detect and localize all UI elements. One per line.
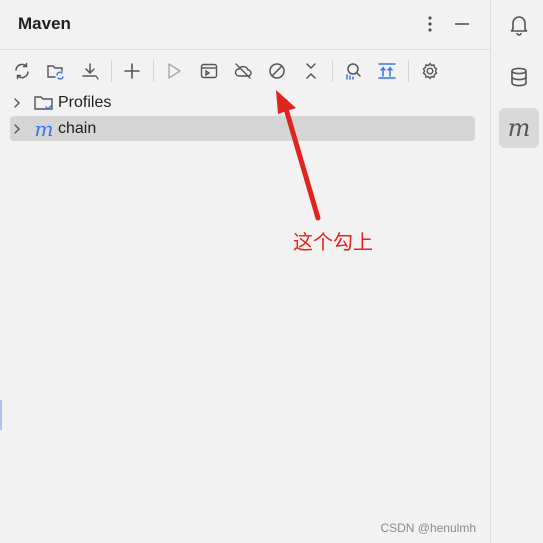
toolbar-separator [111, 60, 112, 82]
tree-item-profiles[interactable]: Profiles [10, 90, 475, 115]
dependencies-icon[interactable] [374, 58, 400, 84]
run-icon[interactable] [161, 58, 187, 84]
toolbar-separator [153, 60, 154, 82]
chevron-right-icon[interactable] [10, 96, 24, 110]
download-icon[interactable] [77, 58, 103, 84]
bell-icon[interactable] [499, 5, 539, 45]
folder-check-icon [32, 93, 56, 113]
tool-window-header: Maven [0, 0, 490, 50]
analyze-icon[interactable] [340, 58, 366, 84]
terminal-icon[interactable] [196, 58, 222, 84]
tree-item-label: Profiles [58, 93, 112, 111]
vertical-dots-icon[interactable] [417, 10, 443, 38]
watermark: CSDN @henulmh [380, 521, 476, 535]
toolbar-separator [408, 60, 409, 82]
scroll-indicator [0, 400, 2, 430]
gear-icon[interactable] [417, 58, 443, 84]
maven-m-icon: m [32, 119, 56, 139]
annotation-text: 这个勾上 [293, 230, 373, 254]
maven-m-icon: m [507, 114, 531, 142]
maven-toolbar [0, 56, 490, 86]
maven-sidebar-button[interactable]: m [499, 108, 539, 148]
tree-item-label: chain [58, 119, 97, 137]
toolbar-separator [332, 60, 333, 82]
annotation-arrow [276, 90, 321, 221]
sync-icon[interactable] [9, 58, 35, 84]
database-icon[interactable] [499, 57, 539, 97]
right-tool-strip: m [490, 0, 543, 543]
maven-tool-window: Maven Profiles m chain 这个勾上 CSDN @henulm… [0, 0, 490, 543]
minimize-icon[interactable] [449, 10, 475, 38]
chevron-right-icon[interactable] [10, 122, 24, 136]
cloud-off-icon[interactable] [230, 58, 256, 84]
plus-icon[interactable] [119, 58, 145, 84]
tree-item-chain[interactable]: m chain [10, 116, 475, 141]
folder-sync-icon[interactable] [43, 58, 69, 84]
maven-m-glyph: m [34, 116, 54, 141]
panel-title: Maven [18, 14, 71, 33]
